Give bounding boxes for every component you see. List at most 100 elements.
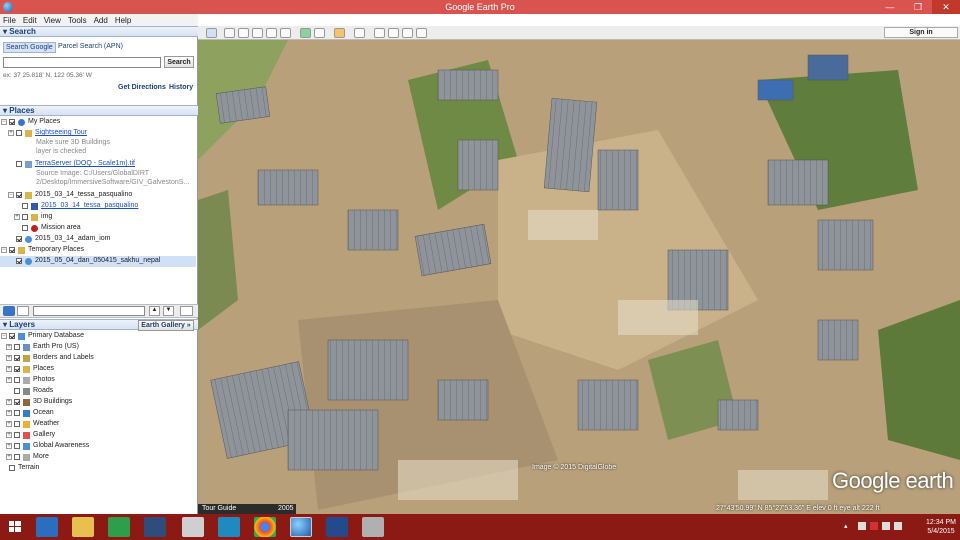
3d-app-icon[interactable] <box>326 517 348 537</box>
layer-checkbox[interactable] <box>14 443 20 449</box>
search-header[interactable]: ▾ Search <box>0 26 198 37</box>
layer-checkbox[interactable] <box>9 465 15 471</box>
place-item[interactable]: − Temporary Places <box>0 245 196 256</box>
path-icon[interactable] <box>252 28 263 38</box>
search-button[interactable]: Search <box>164 56 194 68</box>
expand-toggle-icon[interactable]: + <box>6 454 12 460</box>
network-icon[interactable] <box>882 522 890 530</box>
expand-toggle-icon[interactable]: + <box>6 410 12 416</box>
layer-item[interactable]: + Earth Pro (US) <box>0 342 196 353</box>
tray-icon-2[interactable] <box>870 522 878 530</box>
tab-parcel-search[interactable]: Parcel Search (APN) <box>56 42 125 51</box>
layers-header[interactable]: ▾ Layers Earth Gallery » <box>0 319 198 331</box>
expand-toggle-icon[interactable]: + <box>6 432 12 438</box>
visibility-checkbox[interactable] <box>22 225 28 231</box>
places-header[interactable]: ▾ Places <box>0 105 198 116</box>
visibility-checkbox[interactable] <box>9 247 15 253</box>
place-item[interactable]: 2015_03_14_adam_iom <box>0 234 196 245</box>
layer-item[interactable]: + More <box>0 452 196 463</box>
place-item[interactable]: − My Places <box>0 117 196 128</box>
store-icon[interactable] <box>108 517 130 537</box>
app-icon[interactable] <box>144 517 166 537</box>
move-up-icon[interactable]: ▲ <box>149 306 160 316</box>
layer-checkbox[interactable] <box>14 344 20 350</box>
layer-checkbox[interactable] <box>14 454 20 460</box>
volume-icon[interactable] <box>894 522 902 530</box>
layer-checkbox[interactable] <box>14 410 20 416</box>
earth-gallery-button[interactable]: Earth Gallery » <box>138 320 194 331</box>
start-button[interactable] <box>4 517 26 537</box>
layer-checkbox[interactable] <box>14 377 20 383</box>
polygon-icon[interactable] <box>238 28 249 38</box>
placemark-icon[interactable] <box>224 28 235 38</box>
visibility-checkbox[interactable] <box>22 214 28 220</box>
menu-view[interactable]: View <box>41 14 65 25</box>
menu-help[interactable]: Help <box>112 14 135 25</box>
tab-search-google[interactable]: Search Google <box>3 42 56 53</box>
email-icon[interactable] <box>374 28 385 38</box>
expand-toggle-icon[interactable]: − <box>1 247 7 253</box>
screen-app-icon[interactable] <box>218 517 240 537</box>
expand-toggle-icon[interactable]: + <box>8 130 14 136</box>
maximize-button[interactable]: ❐ <box>904 0 932 14</box>
layer-checkbox[interactable] <box>14 432 20 438</box>
history-link[interactable]: History <box>169 84 193 91</box>
expand-toggle-icon[interactable]: + <box>6 421 12 427</box>
planet-icon[interactable] <box>334 28 345 38</box>
menu-tools[interactable]: Tools <box>65 14 91 25</box>
move-down-icon[interactable]: ▼ <box>163 306 174 316</box>
place-item[interactable]: + img <box>0 212 196 223</box>
layer-checkbox[interactable] <box>14 421 20 427</box>
place-item[interactable]: 2015_03_14_tessa_pasqualino <box>0 201 196 212</box>
minimize-button[interactable]: — <box>876 0 904 14</box>
expand-toggle-icon[interactable]: + <box>6 443 12 449</box>
earth-view[interactable]: Image © 2015 DigitalGlobe Google earth <box>198 40 960 514</box>
google-earth-taskbar-icon[interactable] <box>290 517 312 537</box>
expand-toggle-icon[interactable]: + <box>14 214 20 220</box>
layer-checkbox[interactable] <box>9 333 15 339</box>
sunlight-icon[interactable] <box>314 28 325 38</box>
expand-toggle-icon[interactable]: + <box>6 355 12 361</box>
sidebar-view-icon[interactable] <box>17 306 29 316</box>
search-places-icon[interactable] <box>3 306 15 316</box>
expand-toggle-icon[interactable]: − <box>1 119 7 125</box>
expand-toggle-icon[interactable]: − <box>1 333 7 339</box>
layer-item[interactable]: Roads <box>0 386 196 397</box>
tray-chevron-icon[interactable]: ▴ <box>844 522 848 530</box>
get-directions-link[interactable]: Get Directions <box>118 84 166 91</box>
historical-imagery-icon[interactable] <box>300 28 311 38</box>
layer-item[interactable]: + Borders and Labels <box>0 353 196 364</box>
layer-item[interactable]: + Ocean <box>0 408 196 419</box>
visibility-checkbox[interactable] <box>16 161 22 167</box>
expand-toggle-icon[interactable]: + <box>6 399 12 405</box>
layer-item[interactable]: + Places <box>0 364 196 375</box>
layer-item[interactable]: +3D Buildings <box>0 397 196 408</box>
place-item[interactable]: + Sightseeing Tour <box>0 128 196 139</box>
search-input[interactable] <box>3 57 161 68</box>
place-item[interactable]: TerraServer (DOQ - Scale1m).tif <box>0 159 196 170</box>
places-options-icon[interactable] <box>180 306 193 316</box>
place-item[interactable]: − 2015_03_14_tessa_pasqualino <box>0 190 196 201</box>
visibility-checkbox[interactable] <box>16 130 22 136</box>
overlay-icon[interactable] <box>266 28 277 38</box>
visibility-checkbox[interactable] <box>9 119 15 125</box>
layer-item[interactable]: + Gallery <box>0 430 196 441</box>
expand-toggle-icon[interactable]: + <box>6 344 12 350</box>
sign-in-button[interactable]: Sign in <box>884 27 958 38</box>
chrome-icon[interactable] <box>254 517 276 537</box>
layer-checkbox[interactable] <box>14 399 20 405</box>
layer-item[interactable]: + Photos <box>0 375 196 386</box>
save-image-icon[interactable] <box>402 28 413 38</box>
layer-item[interactable]: − Primary Database <box>0 331 196 342</box>
layer-checkbox[interactable] <box>14 388 20 394</box>
tray-icon[interactable] <box>858 522 866 530</box>
layer-checkbox[interactable] <box>14 355 20 361</box>
paint-icon[interactable] <box>362 517 384 537</box>
tour-guide-button[interactable]: Tour Guide <box>198 504 276 514</box>
maps-icon[interactable] <box>416 28 427 38</box>
app-icon-2[interactable] <box>182 517 204 537</box>
tour-record-icon[interactable] <box>280 28 291 38</box>
menu-add[interactable]: Add <box>91 14 112 25</box>
expand-toggle-icon[interactable]: − <box>8 192 14 198</box>
layer-item[interactable]: + Global Awareness <box>0 441 196 452</box>
